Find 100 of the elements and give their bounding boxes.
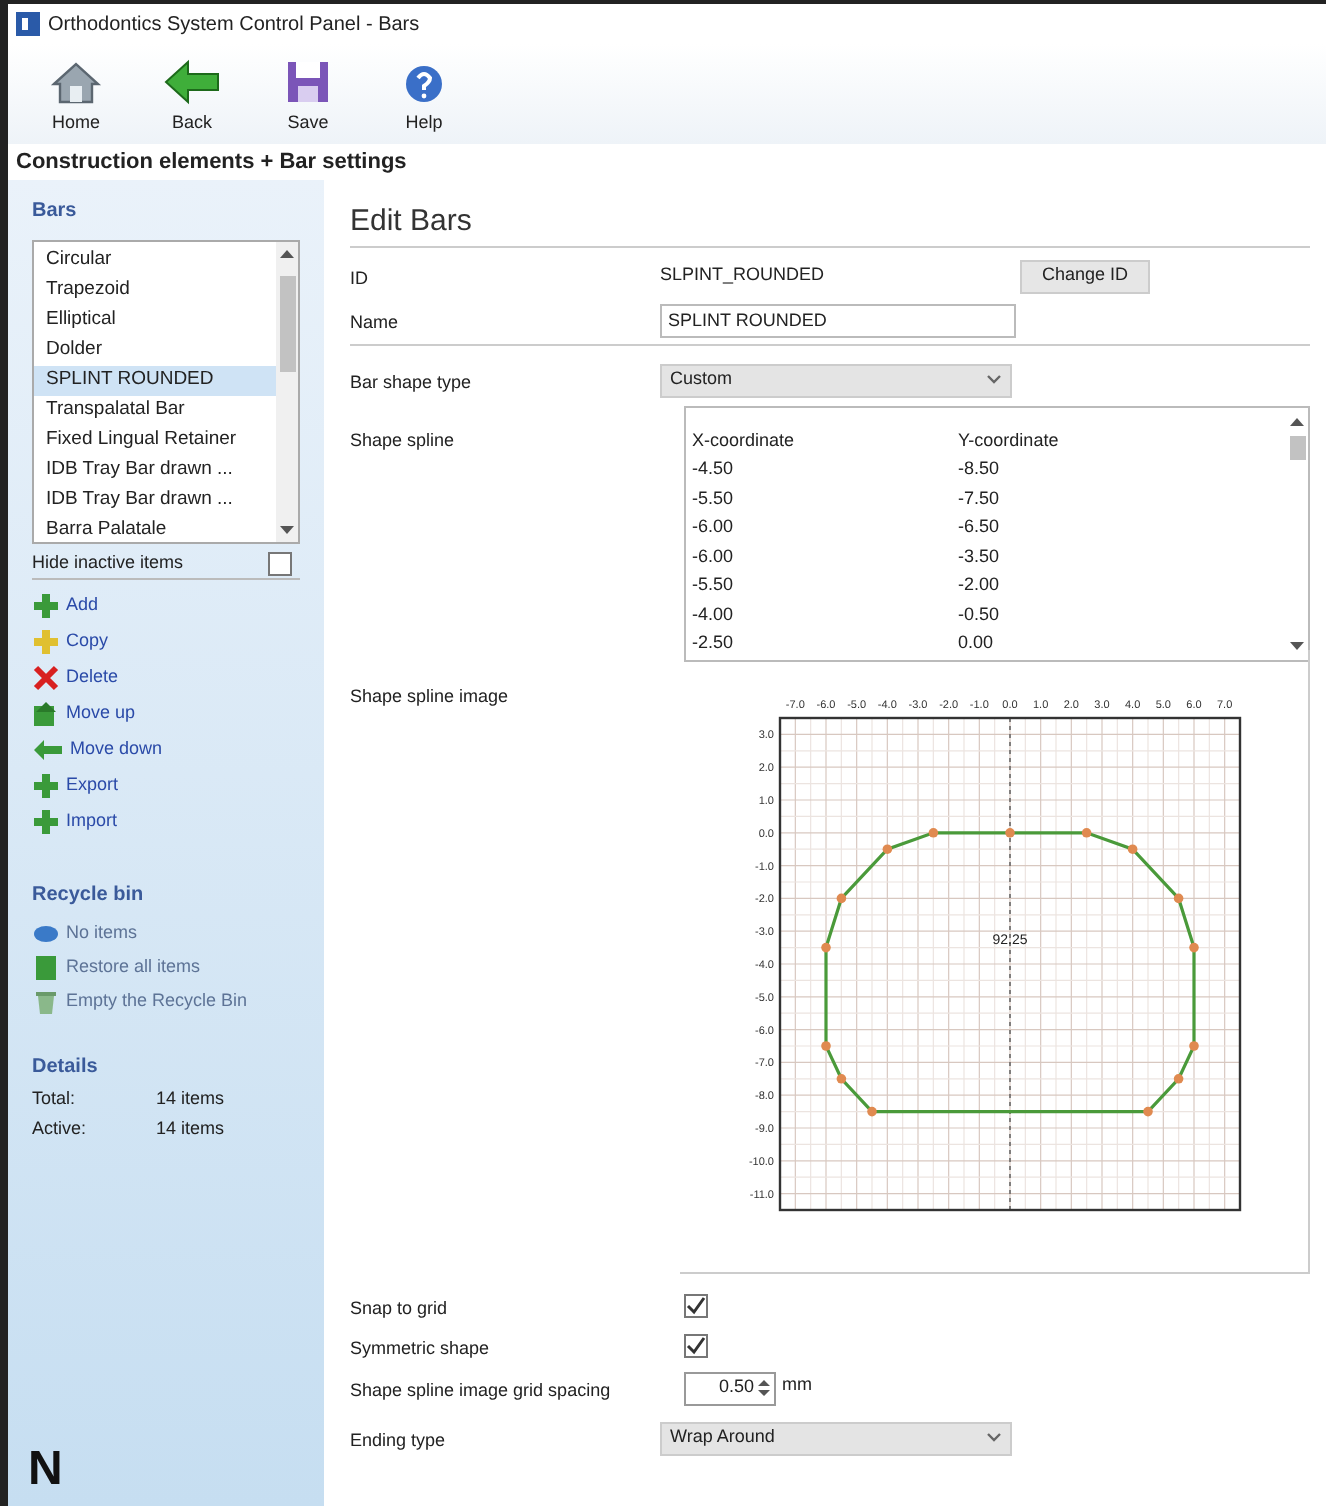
spline-point[interactable]: [928, 828, 939, 838]
list-item[interactable]: Elliptical: [34, 306, 276, 336]
table-cell: -8.50: [958, 458, 1000, 478]
toolbar-button[interactable]: Home: [32, 57, 120, 136]
field-label: Snap to grid: [350, 1298, 448, 1318]
action-link[interactable]: Move down: [32, 736, 300, 764]
back-arrow-icon: [162, 57, 222, 105]
list-item[interactable]: Dolder: [34, 336, 276, 366]
list-item[interactable]: IDB Tray Bar drawn ...: [34, 486, 276, 516]
spacing-spinner[interactable]: 0.50: [684, 1371, 776, 1405]
table-cell: -3.50: [958, 545, 1000, 565]
field-label: Name: [350, 312, 399, 332]
list-item[interactable]: Barra Palatale: [34, 516, 276, 546]
field-label: Symmetric shape: [350, 1338, 490, 1358]
checkbox-label: Hide inactive items: [32, 549, 184, 576]
dropdown-caret-icon: [986, 374, 1002, 386]
field-label: ID: [350, 268, 368, 288]
checkbox[interactable]: [268, 551, 292, 575]
plus-icon: [32, 592, 60, 620]
spline-point[interactable]: [867, 1106, 877, 1117]
spline-point[interactable]: [836, 893, 847, 904]
field-label: Shape spline: [350, 430, 455, 450]
scroll-down-icon: [1290, 640, 1304, 652]
table-cell: 0.00: [958, 632, 994, 652]
plus-icon: [32, 628, 60, 656]
select-value: Wrap Around: [670, 1424, 775, 1451]
checkbox[interactable]: [684, 1294, 708, 1318]
shape-type-select[interactable]: Custom: [660, 363, 1012, 397]
field-label: Shape spline image grid spacing: [350, 1380, 611, 1400]
detail-label: Total:: [32, 1086, 78, 1112]
action-link[interactable]: Delete: [32, 664, 300, 692]
spline-point[interactable]: [1173, 1074, 1184, 1084]
scroll-thumb[interactable]: [1289, 436, 1305, 460]
table-cell: -6.00: [692, 516, 734, 536]
table-cell: -5.50: [692, 574, 734, 594]
list-item[interactable]: Trapezoid: [34, 276, 276, 306]
list-item[interactable]: SPLINT ROUNDED: [34, 366, 276, 396]
spline-point[interactable]: [1173, 893, 1184, 904]
spline-point[interactable]: [1143, 1106, 1153, 1117]
detail-value: 14 items: [156, 1116, 225, 1142]
list-item[interactable]: Circular: [34, 246, 276, 276]
move-up-icon: [32, 700, 60, 728]
disc-icon: [32, 920, 60, 948]
action-link[interactable]: Move up: [32, 700, 300, 728]
spline-point[interactable]: [1005, 828, 1015, 838]
dropdown-caret-icon: [986, 1432, 1002, 1444]
name-field[interactable]: SPLINT ROUNDED: [660, 303, 1016, 337]
column-header: X-coordinate: [692, 430, 795, 450]
spline-point[interactable]: [821, 942, 831, 953]
table-cell: -0.50: [958, 603, 1000, 623]
action-link[interactable]: Import: [32, 808, 300, 836]
action-link[interactable]: Copy: [32, 628, 300, 656]
delete-icon: [32, 664, 60, 692]
section-title: Recycle bin: [32, 882, 146, 910]
table-cell: -6.50: [958, 516, 1000, 536]
change-id-button[interactable]: Change ID: [1020, 259, 1151, 293]
scrollbar[interactable]: [276, 242, 298, 542]
table-cell: -7.50: [958, 487, 1000, 507]
action-link[interactable]: Add: [32, 592, 300, 620]
toolbar-button[interactable]: Back: [148, 57, 236, 136]
action-link: Restore all items: [32, 954, 300, 982]
toolbar-button[interactable]: Save: [264, 57, 352, 136]
unit-label: mm: [782, 1372, 812, 1398]
action-link[interactable]: Export: [32, 772, 300, 800]
spline-point[interactable]: [1189, 1041, 1199, 1051]
toolbar-button[interactable]: Help: [380, 61, 468, 136]
house-icon: [50, 57, 102, 105]
scroll-up-icon: [1290, 416, 1304, 428]
list-item[interactable]: IDB Tray Bar drawn ...: [34, 456, 276, 486]
section-title: Details: [32, 1054, 100, 1082]
figure-label: N: [28, 1446, 65, 1494]
list-item[interactable]: Transpalatal Bar: [34, 396, 276, 426]
spline-table[interactable]: X-coordinate Y-coordinate -4.50 -8.50 -5.50 -7.50 -6.00 -6.50 -6.00 -3.50 -5.50 -2.00 -4.00 -0.50 -2.50 0.00: [684, 406, 1310, 662]
spline-point[interactable]: [882, 844, 893, 854]
checkbox[interactable]: [684, 1334, 708, 1358]
field-label: Ending type: [350, 1430, 446, 1450]
recycle-bin-icon: [32, 988, 60, 1016]
spline-point[interactable]: [836, 1074, 847, 1084]
section-title: Bars: [32, 198, 79, 226]
plus-icon: [32, 808, 60, 836]
window-title: Orthodontics System Control Panel - Bars: [48, 11, 420, 39]
section-heading: Edit Bars: [350, 202, 472, 240]
scroll-thumb[interactable]: [279, 276, 295, 372]
column-header: Y-coordinate: [958, 430, 1059, 450]
ending-type-select[interactable]: Wrap Around: [660, 1421, 1012, 1455]
list-item[interactable]: Fixed Lingual Retainer: [34, 426, 276, 456]
spinner-arrows-icon: [758, 1378, 770, 1398]
spline-point[interactable]: [1127, 844, 1138, 854]
scroll-up-icon: [280, 248, 294, 260]
spline-point[interactable]: [1189, 942, 1199, 953]
spline-point[interactable]: [1081, 828, 1092, 838]
bars-list[interactable]: Circular Trapezoid Elliptical Dolder SPLINT ROUNDED Transpalatal Bar Fixed Lingual Retainer IDB Tray Bar drawn ... IDB Tray Bar drawn ... Barra Palatale: [32, 240, 300, 544]
detail-value: 14 items: [156, 1086, 225, 1112]
spline-point[interactable]: [821, 1041, 831, 1051]
app-icon: [16, 12, 40, 36]
field-label: Bar shape type: [350, 372, 472, 392]
table-cell: -6.00: [692, 545, 734, 565]
action-link: Empty the Recycle Bin: [32, 988, 300, 1016]
id-value: SLPINT_ROUNDED: [660, 262, 825, 289]
table-cell: -4.50: [692, 458, 734, 478]
